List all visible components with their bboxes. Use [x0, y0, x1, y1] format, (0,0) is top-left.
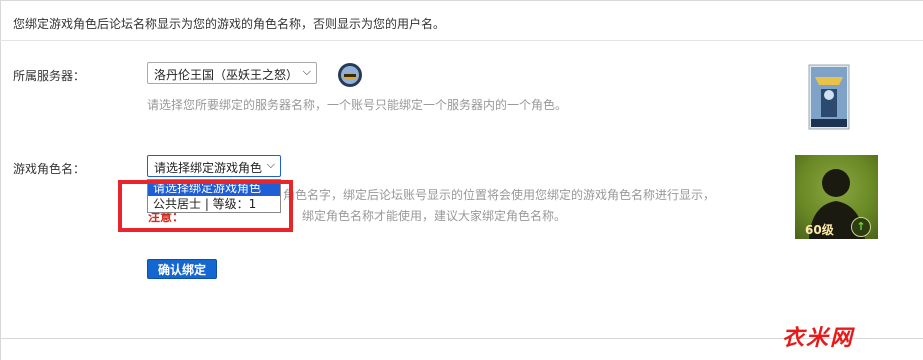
character-hint-line1: 角色名字，绑定后论坛账号显示的位置将会使用您绑定的游戏角色名称进行显示，: [283, 188, 716, 202]
highlight-annotation-box: [118, 180, 293, 232]
confirm-bind-button[interactable]: 确认绑定: [147, 259, 217, 279]
server-hint: 请选择您所要绑定的服务器名称，一个账号只能绑定一个服务器内的一个角色。: [147, 98, 568, 112]
server-label: 所属服务器：: [13, 69, 86, 83]
watermark-logo: 衣米网: [782, 326, 855, 351]
chevron-down-icon: ⌵: [266, 158, 275, 171]
level-up-icon: ↑: [851, 217, 871, 237]
wow-server-icon: [338, 63, 362, 87]
character-label: 游戏角色名：: [13, 162, 86, 176]
intro-divider: [0, 40, 923, 41]
left-border: [0, 0, 1, 360]
bind-character-page: 您绑定游戏角色后论坛名称显示为您的游戏的角色名称，否则显示为您的用户名。 所属服…: [0, 0, 923, 360]
avatar-level: 60级: [805, 223, 834, 237]
character-avatar: 60级 ↑: [795, 155, 878, 239]
character-hint-line2: 绑定角色名称才能使用，建议大家绑定角色名称。: [302, 209, 567, 223]
game-box-art-image: [808, 64, 850, 130]
top-border: [0, 0, 923, 1]
character-select[interactable]: 请选择绑定游戏角色 ⌵: [147, 155, 281, 177]
server-select[interactable]: 洛丹伦王国（巫妖王之怒） ⌵: [147, 62, 317, 84]
server-select-value: 洛丹伦王国（巫妖王之怒）: [154, 68, 299, 82]
chevron-down-icon: ⌵: [302, 65, 311, 78]
character-select-value: 请选择绑定游戏角色: [154, 161, 263, 175]
intro-text: 您绑定游戏角色后论坛名称显示为您的游戏的角色名称，否则显示为您的用户名。: [13, 17, 446, 31]
